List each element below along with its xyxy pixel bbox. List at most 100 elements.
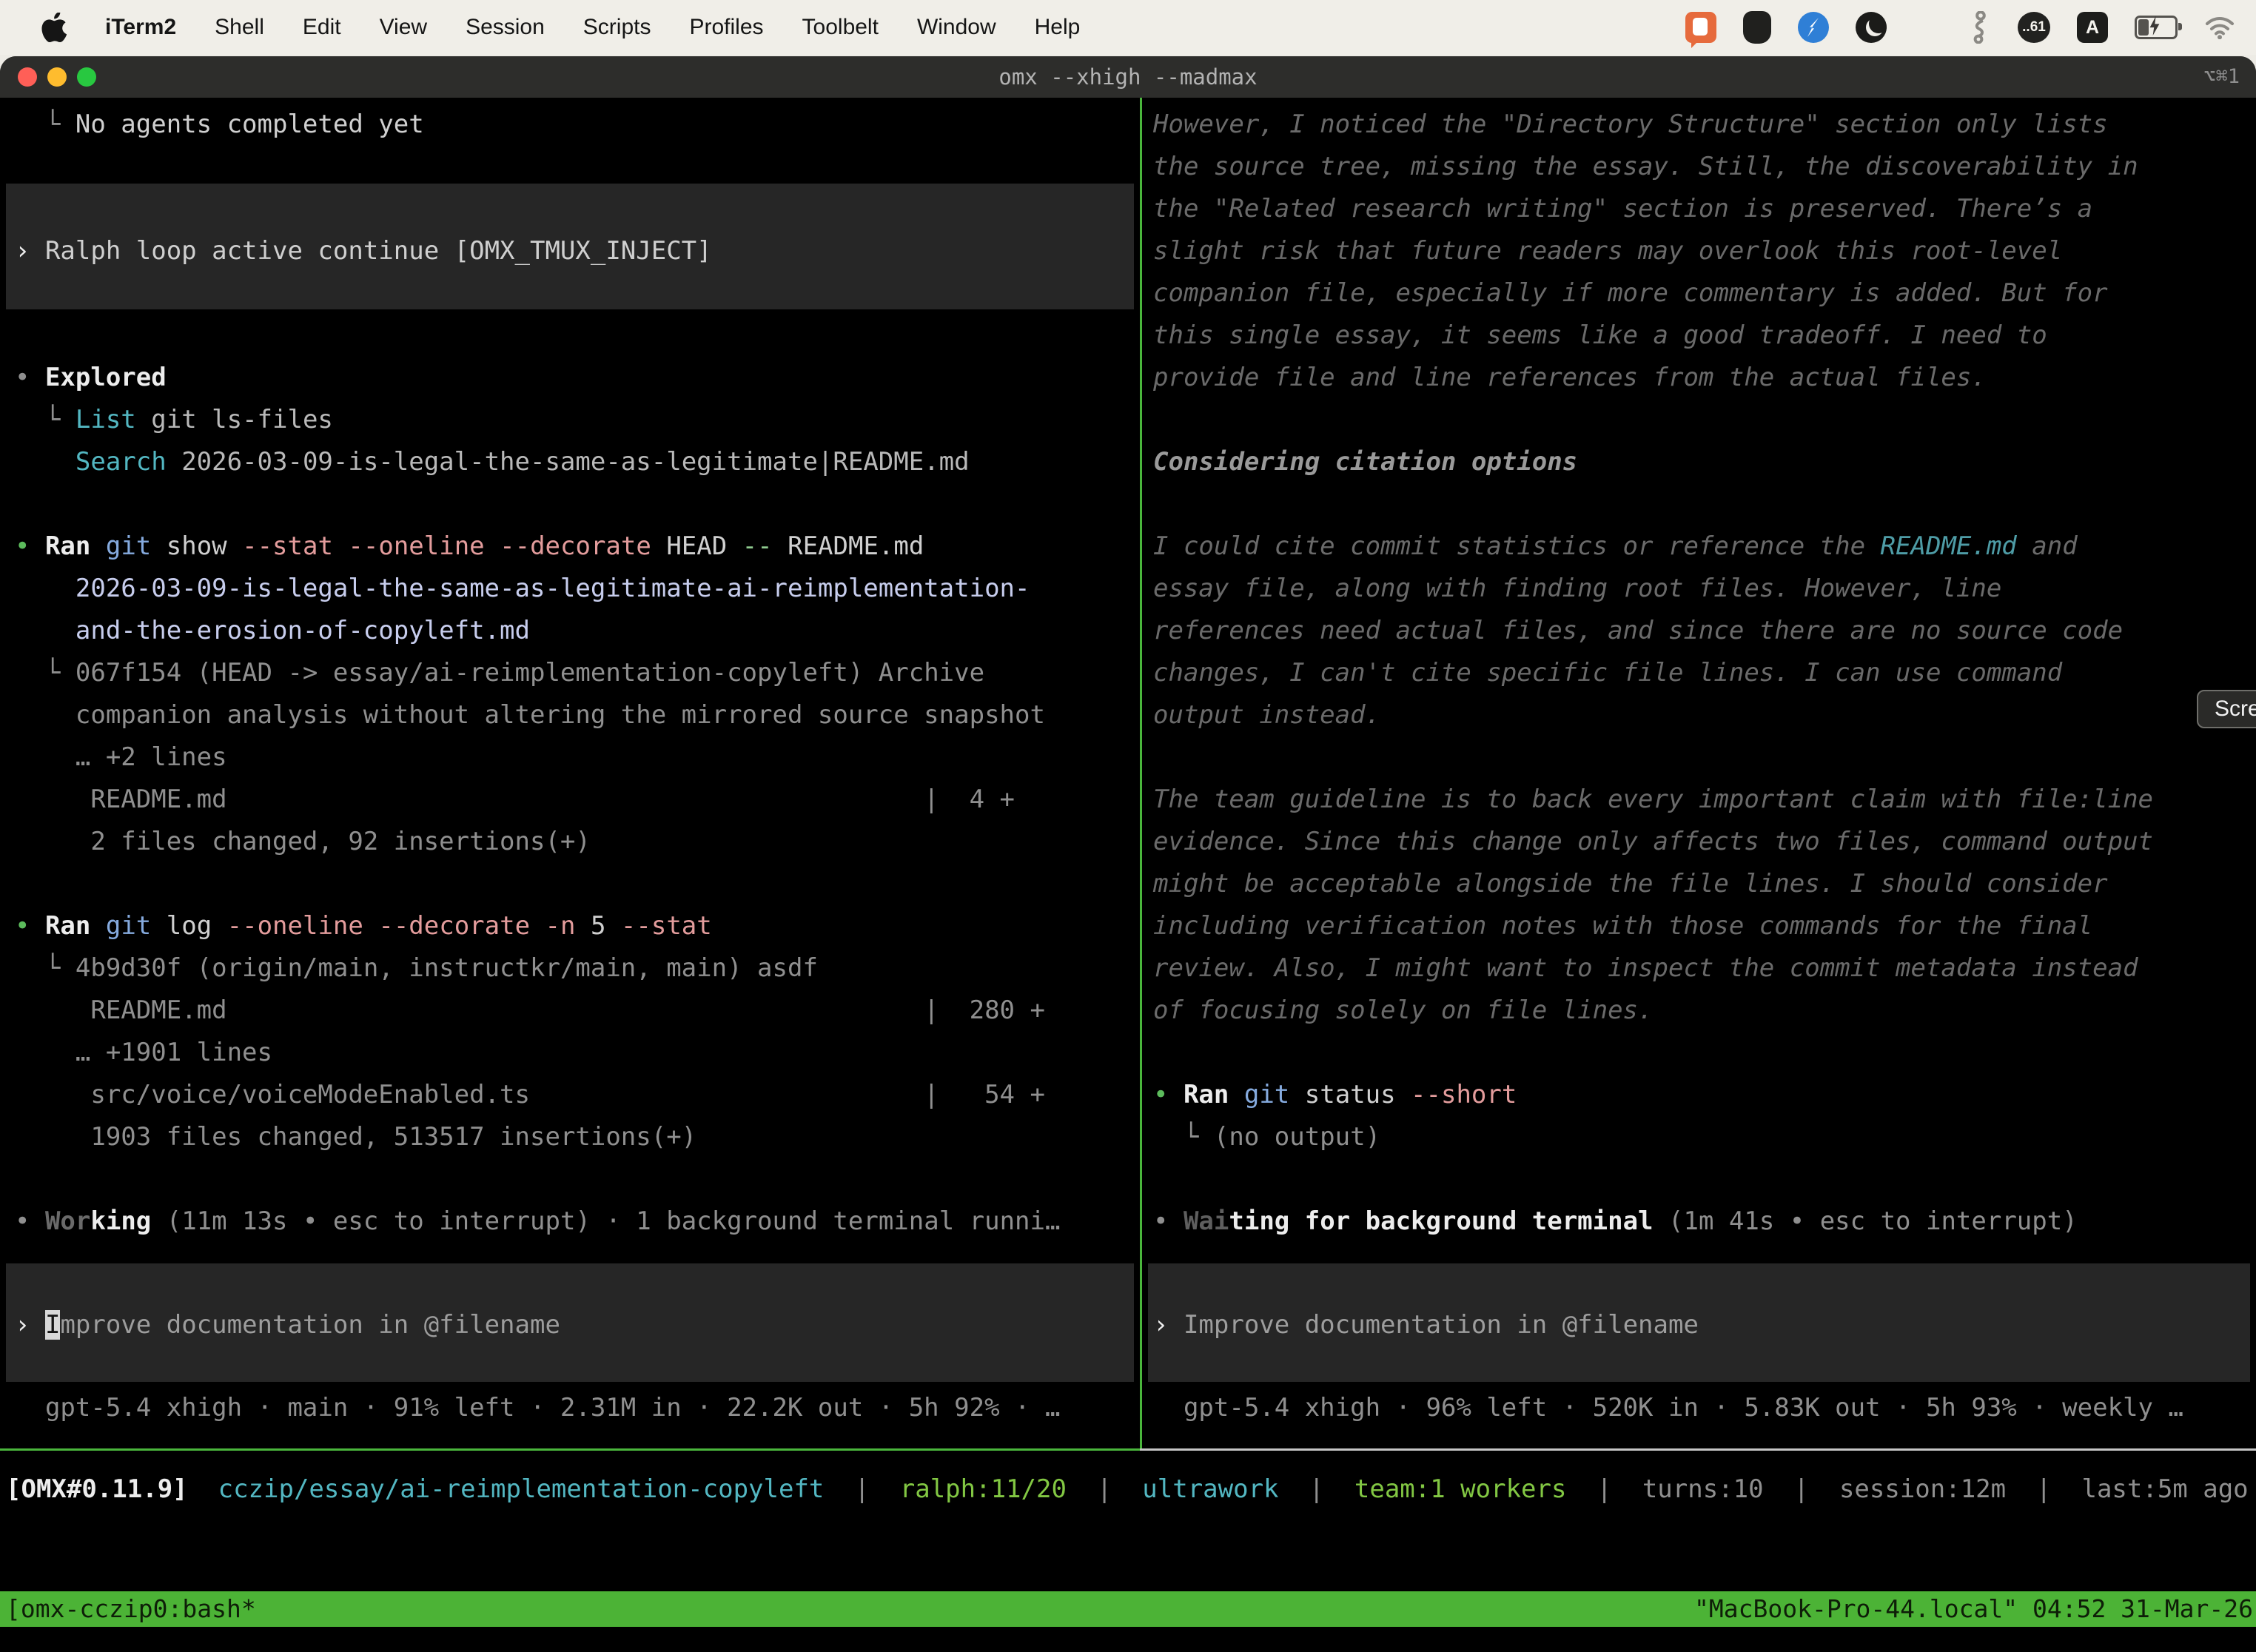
screen: iTerm2 Shell Edit View Session Scripts P… <box>0 0 2256 1652</box>
terminal-line: • Ran git show --stat --oneline --decora… <box>15 526 1140 568</box>
tmux-status-bar: [omx-cczip0:bash* "MacBook-Pro-44.local"… <box>0 1591 2256 1627</box>
screen-overlay-button[interactable]: Scre <box>2197 690 2256 728</box>
terminal-line: └ List git ls-files <box>15 399 1140 441</box>
crescent-icon[interactable] <box>1856 12 1887 43</box>
terminal-line <box>15 146 1140 188</box>
left-prompt-input[interactable]: › Improve documentation in @filename <box>15 1304 1140 1346</box>
battery-icon[interactable] <box>2135 16 2178 39</box>
left-pane-output: └ No agents completed yet › Ralph loop ac… <box>15 104 1140 1243</box>
wifi-icon[interactable] <box>2204 16 2235 39</box>
menu-item-view[interactable]: View <box>380 15 427 40</box>
tmux-host-clock: "MacBook-Pro-44.local" 04:52 31-Mar-26 <box>1694 1591 2253 1627</box>
menu-item-session[interactable]: Session <box>466 15 545 40</box>
terminal-line: └ No agents completed yet <box>15 104 1140 146</box>
terminal-line: • Working (11m 13s • esc to interrupt) ·… <box>15 1201 1140 1243</box>
terminal-line: of focusing solely on file lines. <box>1153 990 2256 1032</box>
right-pane-output: However, I noticed the "Directory Struct… <box>1153 104 2256 1243</box>
terminal-line: 1903 files changed, 513517 insertions(+) <box>15 1116 1140 1158</box>
screen-record-icon[interactable] <box>1685 12 1716 43</box>
terminal-line: • Explored <box>15 357 1140 399</box>
menu-item-toolbelt[interactable]: Toolbelt <box>802 15 879 40</box>
badge-61-icon[interactable]: ..61 <box>2018 12 2050 43</box>
right-agent-pane[interactable]: However, I noticed the "Directory Struct… <box>1142 98 2256 1451</box>
terminal-content: └ No agents completed yet › Ralph loop ac… <box>0 98 2256 1591</box>
terminal-line: Search 2026-03-09-is-legal-the-same-as-l… <box>15 441 1140 483</box>
dots-grid-icon[interactable] <box>1913 13 1942 42</box>
terminal-line: I could cite commit statistics or refere… <box>1153 526 2256 568</box>
terminal-line: › Improve documentation in @filename <box>15 1304 1140 1346</box>
terminal-line: • Waiting for background terminal (1m 41… <box>1153 1201 2256 1243</box>
terminal-line <box>15 272 1140 315</box>
keyboard-layout-icon[interactable]: A <box>2077 12 2108 43</box>
terminal-line: slight risk that future readers may over… <box>1153 230 2256 272</box>
terminal-line <box>1153 1032 2256 1074</box>
right-prompt-input[interactable]: › Improve documentation in @filename <box>1153 1304 2256 1346</box>
terminal-line: • Ran git status --short <box>1153 1074 2256 1116</box>
terminal-line: └ 4b9d30f (origin/main, instructkr/main,… <box>15 947 1140 990</box>
terminal-line: gpt-5.4 xhigh · 96% left · 520K in · 5.8… <box>1153 1387 2256 1429</box>
terminal-line: evidence. Since this change only affects… <box>1153 821 2256 863</box>
menu-item-scripts[interactable]: Scripts <box>583 15 651 40</box>
terminal-line: this single essay, it seems like a good … <box>1153 315 2256 357</box>
terminal-line: and-the-erosion-of-copyleft.md <box>15 610 1140 652</box>
terminal-line: companion analysis without altering the … <box>15 694 1140 736</box>
omx-session-statusline: [OMX#0.11.9] cczip/essay/ai-reimplementa… <box>6 1468 2256 1511</box>
terminal-line <box>1153 399 2256 441</box>
right-pane-bottom-border <box>1140 1448 2256 1451</box>
left-model-statusline: gpt-5.4 xhigh · main · 91% left · 2.31M … <box>15 1387 1140 1429</box>
menu-item-shell[interactable]: Shell <box>215 15 264 40</box>
menu-item-profiles[interactable]: Profiles <box>689 15 763 40</box>
terminal-line: companion file, especially if more comme… <box>1153 272 2256 315</box>
terminal-line: • Ran git log --oneline --decorate -n 5 … <box>15 905 1140 947</box>
terminal-line: might be acceptable alongside the file l… <box>1153 863 2256 905</box>
terminal-line: references need actual files, and since … <box>1153 610 2256 652</box>
terminal-line: changes, I can't cite specific file line… <box>1153 652 2256 694</box>
terminal-line: … +1901 lines <box>15 1032 1140 1074</box>
terminal-line: … +2 lines <box>15 736 1140 779</box>
terminal-line <box>1153 1158 2256 1201</box>
terminal-line <box>15 315 1140 357</box>
terminal-line: gpt-5.4 xhigh · main · 91% left · 2.31M … <box>15 1387 1140 1429</box>
terminal-line: output instead. <box>1153 694 2256 736</box>
menu-bar-status-icons: ..61 A <box>1685 0 2235 55</box>
menu-items: iTerm2 Shell Edit View Session Scripts P… <box>105 15 1080 40</box>
terminal-line: › Ralph loop active continue [OMX_TMUX_I… <box>15 230 1140 272</box>
terminal-line <box>15 483 1140 526</box>
terminal-line: provide file and line references from th… <box>1153 357 2256 399</box>
right-model-statusline: gpt-5.4 xhigh · 96% left · 520K in · 5.8… <box>1153 1387 2256 1429</box>
terminal-line: The team guideline is to back every impo… <box>1153 779 2256 821</box>
iterm2-window: omx --xhigh --madmax ⌥⌘1 └ No agents com… <box>0 56 2256 1652</box>
terminal-line: └ (no output) <box>1153 1116 2256 1158</box>
terminal-line: [OMX#0.11.9] cczip/essay/ai-reimplementa… <box>6 1468 2256 1511</box>
figure-icon[interactable] <box>1969 11 1991 44</box>
terminal-line <box>15 188 1140 230</box>
terminal-line: 2 files changed, 92 insertions(+) <box>15 821 1140 863</box>
bolt-circle-icon[interactable] <box>1798 12 1829 43</box>
terminal-line: review. Also, I might want to inspect th… <box>1153 947 2256 990</box>
shield-grid-icon[interactable] <box>1743 11 1771 44</box>
apple-menu-icon[interactable] <box>41 13 67 42</box>
terminal-line: README.md | 280 + <box>15 990 1140 1032</box>
menu-item-help[interactable]: Help <box>1035 15 1081 40</box>
menu-item-edit[interactable]: Edit <box>303 15 341 40</box>
menu-bar: iTerm2 Shell Edit View Session Scripts P… <box>0 0 2256 55</box>
menu-item-iterm2[interactable]: iTerm2 <box>105 15 176 40</box>
menu-item-window[interactable]: Window <box>917 15 996 40</box>
terminal-line: README.md | 4 + <box>15 779 1140 821</box>
terminal-line: However, I noticed the "Directory Struct… <box>1153 104 2256 146</box>
terminal-line: the "Related research writing" section i… <box>1153 188 2256 230</box>
terminal-line: └ 067f154 (HEAD -> essay/ai-reimplementa… <box>15 652 1140 694</box>
terminal-line: Considering citation options <box>1153 441 2256 483</box>
left-agent-pane[interactable]: └ No agents completed yet › Ralph loop ac… <box>0 98 1140 1451</box>
terminal-line <box>15 1158 1140 1201</box>
terminal-line <box>1153 483 2256 526</box>
terminal-line: the source tree, missing the essay. Stil… <box>1153 146 2256 188</box>
terminal-line <box>15 863 1140 905</box>
window-titlebar[interactable]: omx --xhigh --madmax ⌥⌘1 <box>0 56 2256 98</box>
window-shortcut-hint: ⌥⌘1 <box>2203 56 2240 98</box>
tmux-window-label[interactable]: [omx-cczip0:bash* <box>6 1591 256 1627</box>
terminal-line: essay file, along with finding root file… <box>1153 568 2256 610</box>
terminal-line <box>1153 736 2256 779</box>
left-pane-bottom-border <box>0 1448 1140 1451</box>
terminal-line: 2026-03-09-is-legal-the-same-as-legitima… <box>15 568 1140 610</box>
